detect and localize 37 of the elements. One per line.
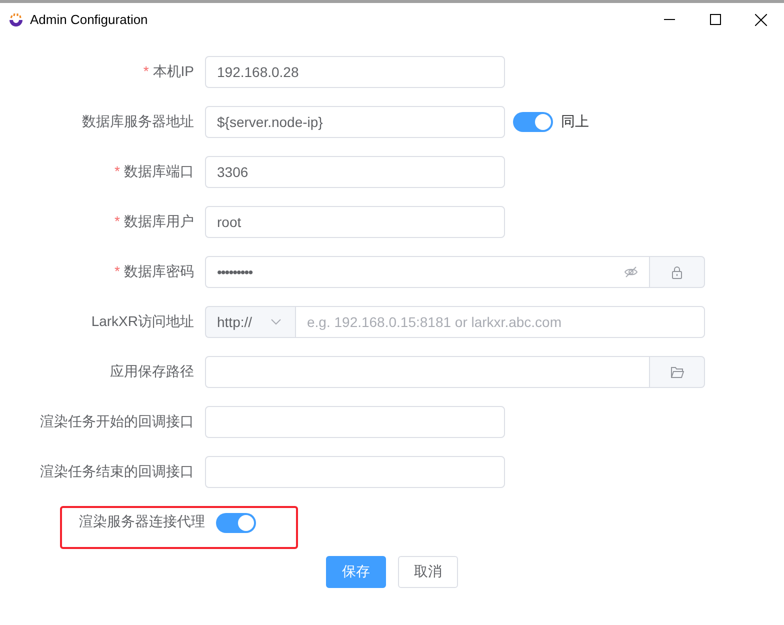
toggle-switch[interactable] [513,112,553,132]
input-field[interactable]: ${server.node-ip} [205,106,505,138]
field-label: 渲染任务开始的回调接口 [40,413,194,429]
field-label: 渲染服务器连接代理 [78,513,205,531]
folder-icon [670,366,684,378]
path-field[interactable] [205,356,650,388]
maximize-icon [710,14,720,25]
toggle-switch[interactable] [216,513,256,533]
input-field[interactable]: root [205,206,505,238]
field-label: 数据库用户 [124,213,194,229]
lock-icon [671,266,683,278]
protocol-select[interactable]: http:// [205,306,295,338]
cancel-button[interactable]: 取消 [398,556,458,588]
field-label: LarkXR访问地址 [91,313,194,329]
toggle-label: 同上 [561,113,589,131]
window-title: Admin Configuration [30,12,149,27]
field-label: 渲染任务结束的回调接口 [40,463,194,479]
close-icon [755,14,767,26]
field-label: 数据库密码 [124,263,194,279]
required-mark: * [114,263,120,279]
required-mark: * [114,163,120,179]
required-mark: * [143,63,149,79]
app-logo-icon [8,12,24,28]
password-field[interactable]: ••••••••• [205,256,650,288]
input-field[interactable] [205,406,505,438]
input-field[interactable]: 3306 [205,156,505,188]
field-label: 应用保存路径 [110,363,194,379]
eye-slash-icon[interactable] [624,265,638,279]
lock-button[interactable] [650,256,705,288]
chevron-down-icon [271,319,281,325]
input-field[interactable]: 192.168.0.28 [205,56,505,88]
field-label: 数据库端口 [124,163,194,179]
field-label: 数据库服务器地址 [82,113,194,129]
browse-button[interactable] [650,356,705,388]
required-mark: * [114,213,120,229]
field-label: 本机IP [152,63,194,79]
input-field[interactable] [205,456,505,488]
